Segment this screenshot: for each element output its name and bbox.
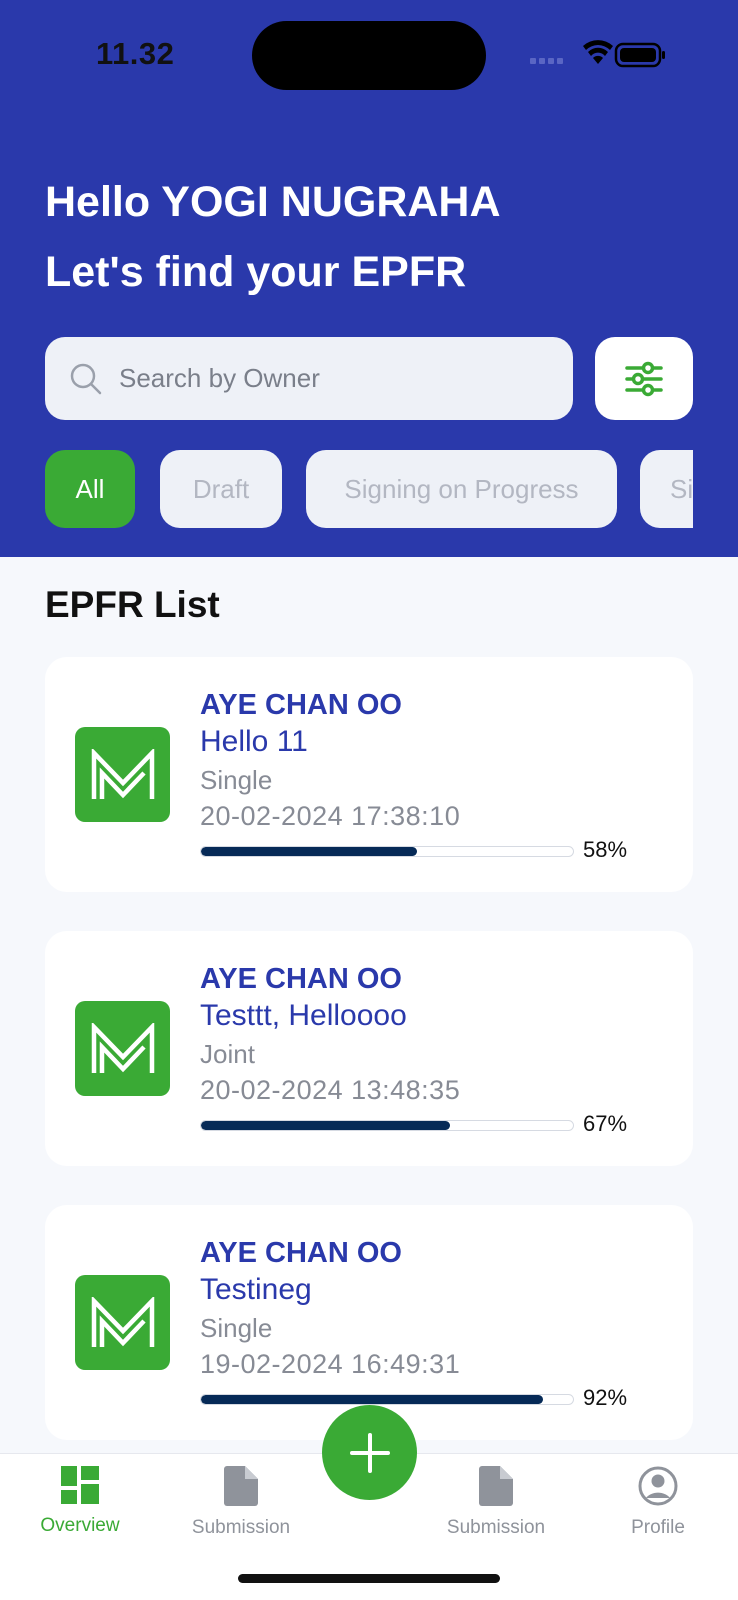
nav-label: Submission xyxy=(191,1517,291,1538)
card-date: 20-02-2024 17:38:10 xyxy=(200,801,461,831)
chip-all[interactable]: All xyxy=(45,450,135,528)
nav-label: Profile xyxy=(631,1517,685,1538)
header: 11.32 Hello YOGI NUGRAHA Let's find your… xyxy=(0,0,738,557)
profile-icon xyxy=(638,1466,678,1506)
battery-icon xyxy=(614,42,665,68)
status-time: 11.32 xyxy=(96,36,175,71)
nav-profile[interactable]: Profile xyxy=(583,1466,733,1539)
card-owner: AYE CHAN OO xyxy=(200,1237,402,1269)
progress-bar xyxy=(200,846,574,857)
progress-fill xyxy=(201,1395,544,1404)
progress-percent: 67% xyxy=(583,1111,628,1136)
card-name: Testtt, Helloooo xyxy=(200,999,407,1032)
document-icon xyxy=(479,1466,513,1506)
document-icon xyxy=(224,1466,258,1506)
card-type: Single xyxy=(200,1313,273,1343)
card-name: Testineg xyxy=(200,1273,312,1306)
search-icon xyxy=(70,363,102,394)
epfr-card[interactable]: AYE CHAN OO Hello 11 Single 20-02-2024 1… xyxy=(45,657,693,892)
signal-icon xyxy=(530,58,563,64)
sliders-icon xyxy=(625,361,663,396)
nav-submission[interactable]: Submission xyxy=(166,1466,316,1539)
progress-bar xyxy=(200,1394,574,1405)
add-epfr-button[interactable] xyxy=(322,1405,417,1500)
status-icons xyxy=(530,38,680,72)
wifi-icon xyxy=(583,40,613,64)
progress-bar xyxy=(200,1120,574,1131)
search-bar[interactable] xyxy=(45,337,573,420)
chip-signing-on-progress[interactable]: Signing on Progress xyxy=(306,450,617,528)
home-indicator xyxy=(238,1574,500,1583)
progress-fill xyxy=(201,1121,451,1130)
card-date: 19-02-2024 16:49:31 xyxy=(200,1349,461,1379)
dynamic-island xyxy=(252,21,486,90)
dashboard-icon xyxy=(61,1466,99,1504)
brand-logo-icon xyxy=(75,1001,170,1096)
nav-label: Submission xyxy=(446,1517,546,1538)
card-type: Joint xyxy=(200,1039,255,1069)
nav-overview[interactable]: Overview xyxy=(5,1466,155,1537)
filter-button[interactable] xyxy=(595,337,693,420)
card-name: Hello 11 xyxy=(200,725,308,758)
status-filter-chips: All Draft Signing on Progress Si xyxy=(45,450,693,528)
plus-icon xyxy=(349,1432,390,1473)
card-owner: AYE CHAN OO xyxy=(200,689,402,721)
progress-percent: 58% xyxy=(583,837,628,862)
epfr-card[interactable]: AYE CHAN OO Testtt, Helloooo Joint 20-02… xyxy=(45,931,693,1166)
chip-draft[interactable]: Draft xyxy=(160,450,282,528)
progress-fill xyxy=(201,847,417,856)
card-type: Single xyxy=(200,765,273,795)
progress-percent: 92% xyxy=(583,1385,628,1410)
greeting: Hello YOGI NUGRAHA xyxy=(45,178,501,226)
nav-label: Overview xyxy=(40,1515,120,1536)
nav-submission-2[interactable]: Submission xyxy=(421,1466,571,1539)
brand-logo-icon xyxy=(75,727,170,822)
chip-partial[interactable]: Si xyxy=(640,450,693,528)
search-input[interactable] xyxy=(119,363,539,394)
list-title: EPFR List xyxy=(45,584,220,625)
card-owner: AYE CHAN OO xyxy=(200,963,402,995)
page-subtitle: Let's find your EPFR xyxy=(45,248,467,296)
card-date: 20-02-2024 13:48:35 xyxy=(200,1075,461,1105)
brand-logo-icon xyxy=(75,1275,170,1370)
